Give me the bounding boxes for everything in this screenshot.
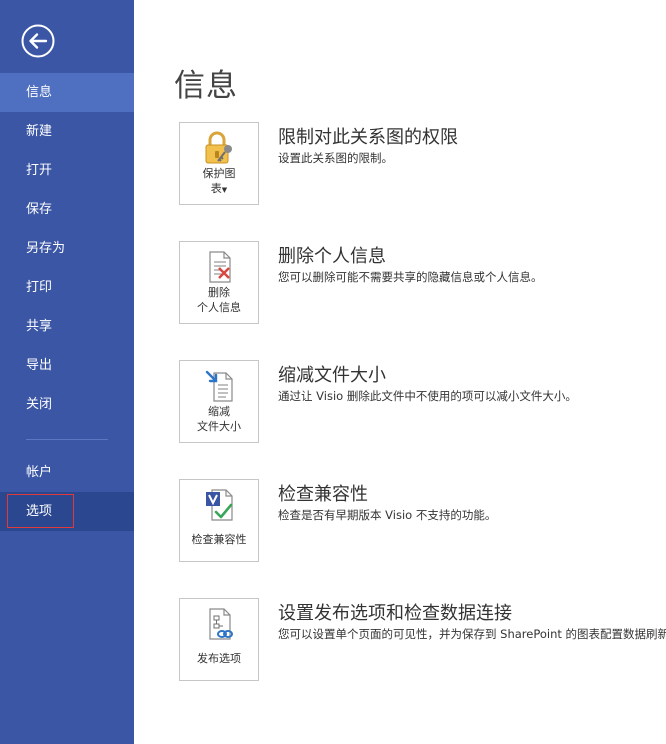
reduce-file-size-desc: 通过让 Visio 删除此文件中不使用的项可以减小文件大小。 — [278, 389, 577, 403]
restrict-permissions-title: 限制对此关系图的权限 — [278, 127, 458, 148]
nav-item-save[interactable]: 保存 — [0, 190, 134, 229]
protect-diagram-label-line1: 保护图 — [202, 167, 236, 180]
protect-diagram-label-line2: 表 — [210, 182, 222, 195]
nav-item-close[interactable]: 关闭 — [0, 385, 134, 424]
backstage-sidebar: 信息 新建 打开 保存 另存为 打印 共享 导出 关闭 帐户 选项 — [0, 0, 134, 744]
reduce-file-size-button[interactable]: 缩减 文件大小 — [179, 360, 259, 443]
nav-item-export[interactable]: 导出 — [0, 346, 134, 385]
nav-item-save-as[interactable]: 另存为 — [0, 229, 134, 268]
backstage-nav: 信息 新建 打开 保存 另存为 打印 共享 导出 关闭 帐户 选项 — [0, 73, 134, 531]
protect-diagram-button[interactable]: 保护图 表▼ — [179, 122, 259, 205]
page-title: 信息 — [174, 68, 238, 104]
nav-item-info[interactable]: 信息 — [0, 73, 134, 112]
check-compatibility-button[interactable]: 检查兼容性 — [179, 479, 259, 562]
check-compatibility-desc: 检查是否有早期版本 Visio 不支持的功能。 — [278, 508, 497, 522]
nav-item-share[interactable]: 共享 — [0, 307, 134, 346]
remove-personal-info-icon — [209, 251, 231, 283]
nav-item-open[interactable]: 打开 — [0, 151, 134, 190]
nav-item-new[interactable]: 新建 — [0, 112, 134, 151]
back-arrow-icon[interactable] — [21, 24, 55, 58]
nav-item-options[interactable]: 选项 — [0, 492, 134, 531]
nav-item-account[interactable]: 帐户 — [0, 453, 134, 492]
publish-options-icon — [209, 608, 233, 640]
remove-personal-info-label-line1: 删除 — [208, 286, 230, 299]
lock-key-icon — [205, 131, 232, 164]
remove-personal-info-desc: 您可以删除可能不需要共享的隐藏信息或个人信息。 — [278, 270, 543, 284]
protect-diagram-label-line2-wrap: 表▼ — [180, 181, 258, 198]
nav-item-print[interactable]: 打印 — [0, 268, 134, 307]
check-compatibility-label: 检查兼容性 — [191, 533, 247, 546]
reduce-file-size-icon — [205, 370, 233, 402]
publish-options-desc: 您可以设置单个页面的可见性，并为保存到 SharePoint 的图表配置数据刷新… — [278, 627, 666, 641]
reduce-file-size-title: 缩减文件大小 — [278, 365, 386, 386]
check-compatibility-title: 检查兼容性 — [278, 484, 368, 505]
publish-options-title: 设置发布选项和检查数据连接 — [278, 603, 512, 624]
options-highlight-box — [7, 494, 74, 528]
nav-divider — [26, 439, 108, 440]
reduce-file-size-label-line1: 缩减 — [208, 405, 230, 418]
dropdown-caret-icon: ▼ — [221, 186, 228, 194]
remove-personal-info-button[interactable]: 删除 个人信息 — [179, 241, 259, 324]
publish-options-label: 发布选项 — [197, 652, 241, 665]
check-compatibility-icon — [206, 489, 233, 521]
restrict-permissions-desc: 设置此关系图的限制。 — [278, 151, 393, 165]
reduce-file-size-label-line2: 文件大小 — [197, 420, 241, 433]
remove-personal-info-label-line2: 个人信息 — [197, 301, 241, 314]
remove-personal-info-title: 删除个人信息 — [278, 246, 386, 267]
publish-options-button[interactable]: 发布选项 — [179, 598, 259, 681]
